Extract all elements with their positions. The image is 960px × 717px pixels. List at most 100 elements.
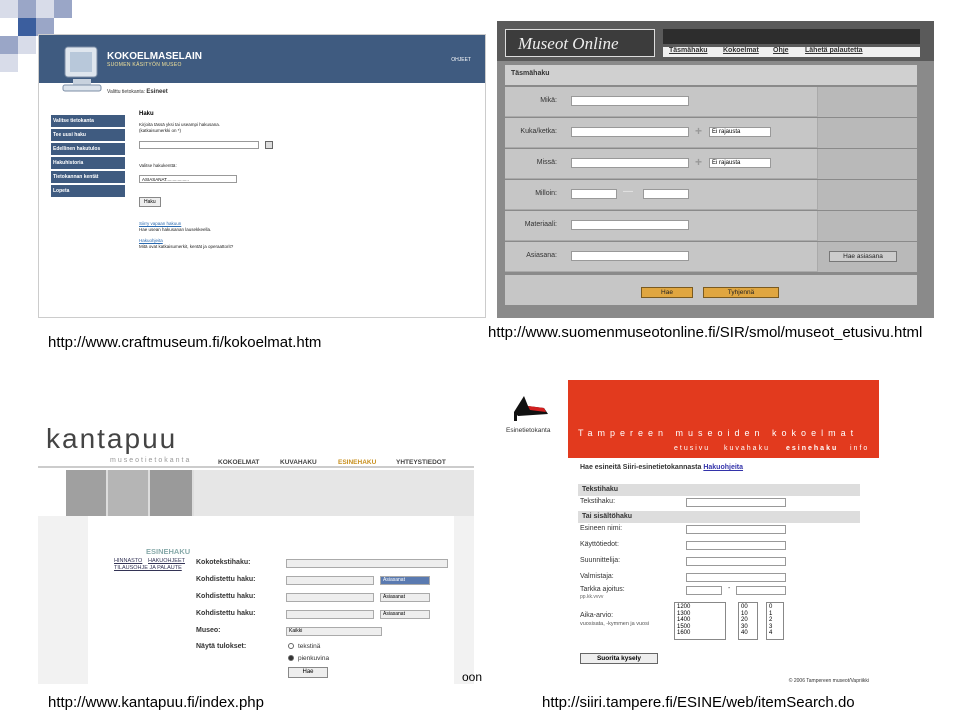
monitor-icon <box>62 46 102 92</box>
help-link[interactable]: Hakuohjeita <box>703 464 743 471</box>
caption-kantapuu[interactable]: http://www.kantapuu.fi/index.php <box>48 694 264 711</box>
form-row: Missä: + Ei rajausta <box>505 149 917 179</box>
maker-input[interactable] <box>686 573 786 582</box>
empty-cell <box>817 211 917 241</box>
menu-item-active[interactable]: esinehaku <box>786 445 838 452</box>
brand-logo: kantapuu <box>46 423 178 454</box>
field-select[interactable]: Asiasanat <box>380 610 430 619</box>
photo-tool <box>66 470 106 516</box>
brand-logo: Museot Online <box>505 29 655 57</box>
form-row: Mikä: <box>505 87 917 117</box>
plus-icon[interactable]: + <box>695 155 702 169</box>
menu-item[interactable]: info <box>850 445 869 452</box>
text-field[interactable] <box>571 220 689 230</box>
search-button[interactable]: Hae <box>288 667 328 678</box>
menu-item[interactable]: Ohje <box>773 47 789 54</box>
nav-item-active[interactable]: ESINEHAKU <box>338 459 376 466</box>
limit-select[interactable]: Ei rajausta <box>709 158 771 168</box>
name-input[interactable] <box>686 525 786 534</box>
help-link[interactable]: OHJEET <box>451 57 471 63</box>
keyboard-icon[interactable] <box>265 141 273 149</box>
text-field[interactable] <box>571 158 689 168</box>
year-list[interactable]: 01234 <box>766 602 784 640</box>
search-input[interactable] <box>139 141 259 149</box>
field-label: Kohdistettu haku: <box>196 610 256 617</box>
radio-text[interactable]: tekstinä <box>288 643 320 650</box>
submit-query-button[interactable]: Suorita kysely <box>580 653 658 664</box>
link-description: Hae usean hakusanan lausekkeella. <box>139 227 212 232</box>
radio-thumbnails[interactable]: pienkuvina <box>288 655 329 662</box>
corner-square <box>0 54 18 72</box>
empty-cell <box>817 180 917 210</box>
usage-input[interactable] <box>686 541 786 550</box>
caption-siiri[interactable]: http://siiri.tampere.fi/ESINE/web/itemSe… <box>542 694 855 711</box>
empty-cell <box>817 149 917 179</box>
date-hint: pp.kk.vvvv <box>580 594 604 600</box>
estimate-hint: vuosisata, -kymmen ja vuosi <box>580 621 650 627</box>
photo-tool <box>150 470 192 516</box>
corner-square <box>18 0 36 18</box>
field-select[interactable]: Asiasanat <box>380 593 430 602</box>
divider <box>38 466 474 468</box>
menu-item[interactable]: Täsmähaku <box>669 47 708 54</box>
caption-museot-online[interactable]: http://www.suomenmuseotonline.fi/SIR/smo… <box>488 324 922 341</box>
corner-square <box>18 36 36 54</box>
form-row: Kuka/ketka: + Ei rajausta <box>505 118 917 148</box>
date-from-input[interactable] <box>686 586 722 595</box>
date-to-input[interactable] <box>736 586 786 595</box>
nav-item[interactable]: KOKOELMAT <box>218 459 259 466</box>
nav-item[interactable]: Edellinen hakutulos <box>51 143 125 155</box>
sidebar-nav: Valitse tietokanta Tee uusi haku Edellin… <box>51 115 125 199</box>
targeted-input[interactable] <box>286 610 374 619</box>
clear-button[interactable]: Tyhjennä <box>703 287 779 298</box>
century-list[interactable]: 1200 1300 1400 1500 1600 <box>674 602 726 640</box>
date-from-field[interactable] <box>571 189 617 199</box>
targeted-input[interactable] <box>286 593 374 602</box>
menu-item[interactable]: Lähetä palautetta <box>805 47 863 54</box>
decade-list[interactable]: 00 10 20 30 40 <box>738 602 758 640</box>
date-separator: - <box>728 585 731 592</box>
text-field[interactable] <box>571 127 689 137</box>
field-label: Museo: <box>196 627 221 634</box>
help-link-2[interactable]: Hakuohjeita <box>139 238 163 243</box>
caption-craftmuseum[interactable]: http://www.craftmuseum.fi/kokoelmat.htm <box>48 334 321 351</box>
field-label: Näytä tulokset: <box>196 643 247 650</box>
nav-item[interactable]: Lopeta <box>51 185 125 197</box>
limit-select[interactable]: Ei rajausta <box>709 127 771 137</box>
keyword-search-button[interactable]: Hae asiasana <box>829 251 897 262</box>
designer-input[interactable] <box>686 557 786 566</box>
help-link[interactable]: TILAUSOHJE JA PALAUTE <box>114 565 182 572</box>
nav-item[interactable]: YHTEYSTIEDOT <box>396 459 446 466</box>
text-search-input[interactable] <box>686 498 786 507</box>
help-link[interactable]: HINNASTO <box>114 558 142 565</box>
empty-cell <box>817 118 917 148</box>
nav-item[interactable]: Hakuhistoria <box>51 157 125 169</box>
field-label: Tekstihaku: <box>580 498 616 505</box>
field-select[interactable]: ASIASANAT.................. <box>139 175 237 183</box>
advanced-search-link[interactable]: Siirry vapaan hakuun <box>139 221 181 226</box>
museum-select[interactable]: Kaikki <box>286 627 382 636</box>
photo-strip-blank <box>194 470 474 516</box>
menu-item[interactable]: Kokoelmat <box>723 47 759 54</box>
nav-item[interactable]: KUVAHAKU <box>280 459 317 466</box>
targeted-input[interactable] <box>286 576 374 585</box>
search-button[interactable]: Hae <box>641 287 693 298</box>
text-field[interactable] <box>571 96 689 106</box>
text-field[interactable] <box>571 251 689 261</box>
field-label: Valitse hakukenttä: <box>139 163 177 168</box>
plus-icon[interactable]: + <box>695 124 702 138</box>
page-heading: Hae esineitä Siiri-esinetietokannasta Ha… <box>580 464 744 471</box>
fulltext-input[interactable] <box>286 559 448 568</box>
menu-item[interactable]: kuvahaku <box>724 445 770 452</box>
field-select[interactable]: Asiasanat <box>380 576 430 585</box>
date-to-field[interactable] <box>643 189 689 199</box>
craftmuseum-screenshot: KOKOELMASELAIN SUOMEN KÄSITYÖN MUSEO OHJ… <box>38 34 486 318</box>
nav-item[interactable]: Valitse tietokanta <box>51 115 125 127</box>
breadcrumb: Valittu tietokanta: Esineet <box>107 89 168 95</box>
nav-item[interactable]: Tee uusi haku <box>51 129 125 141</box>
nav-item[interactable]: Tietokannan kentät <box>51 171 125 183</box>
kantapuu-screenshot: kantapuu museotietokanta KOKOELMAT KUVAH… <box>38 417 474 684</box>
menu-item[interactable]: etusivu <box>674 445 710 452</box>
help-link[interactable]: HAKUOHJEET <box>148 558 185 565</box>
search-button[interactable]: Haku <box>139 197 161 207</box>
